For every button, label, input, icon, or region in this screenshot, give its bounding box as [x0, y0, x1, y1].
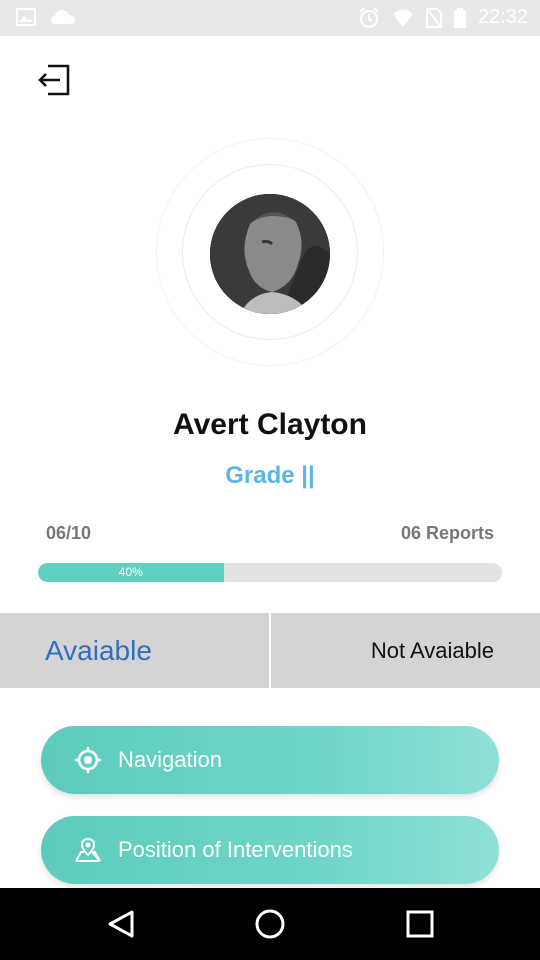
profile-name: Avert Clayton — [173, 408, 367, 441]
home-circle-icon — [255, 909, 285, 939]
navigation-button[interactable]: Navigation — [41, 726, 499, 794]
system-home-button[interactable] — [254, 908, 286, 940]
status-time: 22:32 — [477, 6, 528, 28]
cloud-icon — [50, 9, 76, 25]
wifi-icon — [392, 8, 414, 28]
crosshair-icon — [75, 747, 101, 773]
avatar[interactable] — [210, 194, 330, 314]
progress-bar: 40% — [38, 563, 502, 582]
no-sim-icon — [425, 7, 442, 28]
recents-square-icon — [406, 910, 434, 938]
battery-icon — [453, 7, 466, 28]
reports-count: 06 Reports — [400, 523, 494, 543]
system-nav-bar — [0, 888, 540, 960]
navigation-label: Navigation — [118, 747, 222, 772]
positions-button[interactable]: Position of Interventions — [41, 816, 499, 884]
available-option[interactable]: Avaiable — [0, 613, 271, 688]
profile-photo — [210, 194, 330, 314]
alarm-icon — [358, 6, 380, 29]
progress-count: 06/10 — [46, 523, 92, 543]
back-triangle-icon — [108, 910, 134, 938]
system-back-button[interactable] — [106, 908, 138, 940]
back-button[interactable] — [36, 62, 72, 98]
availability-toggle: Avaiable Not Avaiable — [0, 613, 540, 688]
image-icon — [16, 8, 36, 26]
positions-label: Position of Interventions — [118, 837, 353, 862]
map-pin-icon — [75, 837, 101, 862]
profile-grade: Grade || — [225, 462, 315, 489]
not-available-option[interactable]: Not Avaiable — [271, 613, 540, 688]
system-recents-button[interactable] — [404, 908, 436, 940]
progress-label: 40% — [118, 565, 143, 579]
status-bar: 22:32 — [0, 0, 540, 36]
logout-arrow-icon — [38, 64, 70, 96]
